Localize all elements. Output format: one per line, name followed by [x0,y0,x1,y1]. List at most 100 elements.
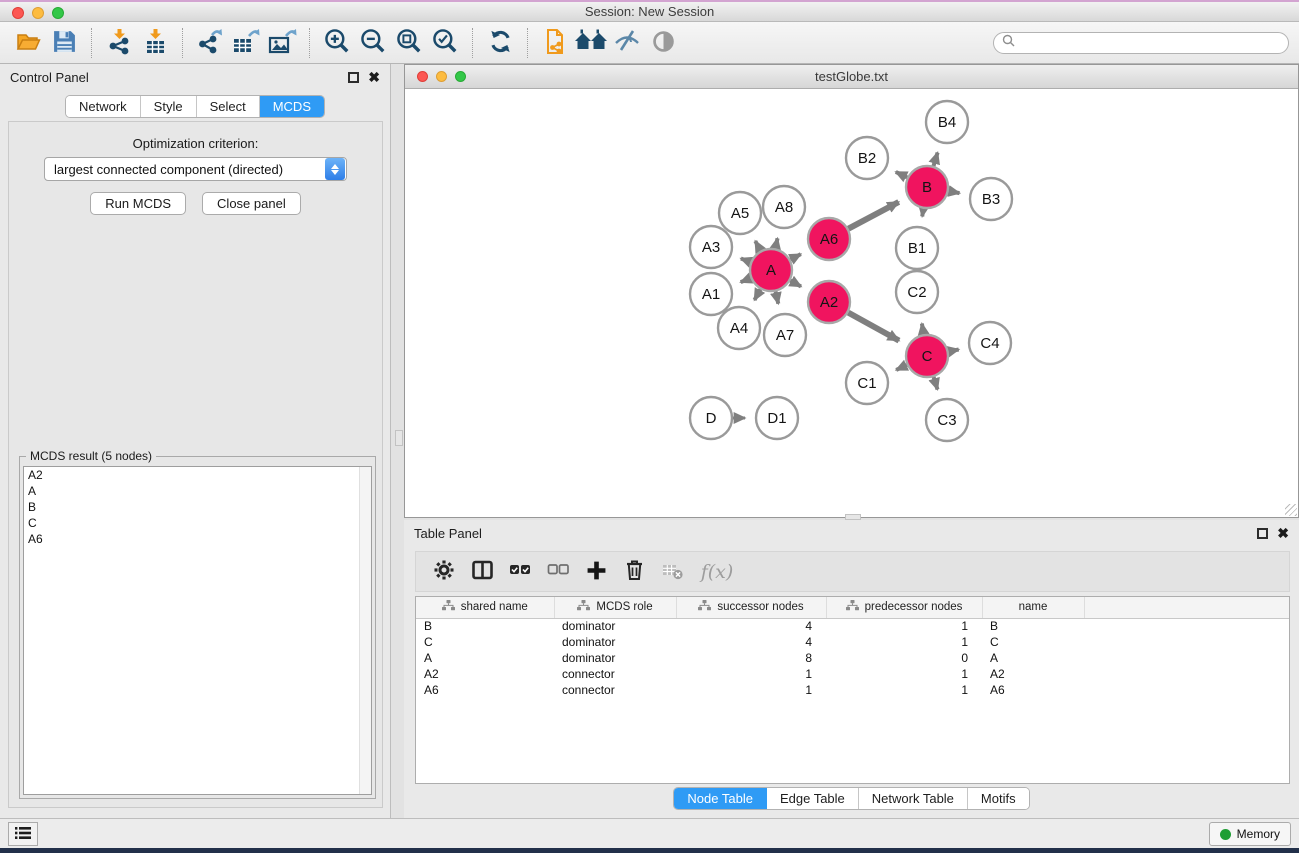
graph-edge-B-B4[interactable] [934,153,938,166]
table-cell[interactable]: 0 [826,650,982,666]
table-cell[interactable]: 1 [826,618,982,634]
graph-node-A3[interactable]: A3 [690,226,732,268]
graph-node-B4[interactable]: B4 [926,101,968,143]
delete-button[interactable] [618,556,650,588]
graph-node-B2[interactable]: B2 [846,137,888,179]
graph-node-C2[interactable]: C2 [896,271,938,313]
tab-network[interactable]: Network [66,96,141,117]
zoom-out-button[interactable] [355,25,391,61]
graph-edge-A2-C[interactable] [848,313,899,341]
column-header-shared-name[interactable]: shared name [416,597,554,618]
float-table-panel-icon[interactable] [1257,528,1268,539]
select-all-button[interactable] [504,556,536,588]
table-row[interactable]: Adominator80A [416,650,1289,666]
result-item[interactable]: A2 [24,467,371,483]
result-item[interactable]: C [24,515,371,531]
network-graph[interactable]: AA1A2A3A4A5A6A7A8BB1B2B3B4CC1C2C3C4DD1 [405,89,1298,517]
table-cell[interactable]: connector [554,666,676,682]
graph-node-C3[interactable]: C3 [926,399,968,441]
zoom-selected-button[interactable] [427,25,463,61]
import-network-button[interactable] [101,25,137,61]
table-row[interactable]: A2connector11A2 [416,666,1289,682]
open-button[interactable] [10,25,46,61]
tab-style[interactable]: Style [141,96,197,117]
graph-edge-A-A2[interactable] [790,281,801,287]
eye-disabled-button[interactable] [645,25,681,61]
window-resize-grip[interactable] [1285,504,1297,516]
graph-edge-C-C3[interactable] [934,377,938,390]
graph-edge-A-A8[interactable] [775,238,777,248]
result-list-scrollbar[interactable] [359,467,371,794]
export-table-button[interactable] [228,25,264,61]
refresh-button[interactable] [482,25,518,61]
maximize-window-button[interactable] [52,7,64,19]
graph-edge-A-A6[interactable] [790,254,800,260]
column-header-name[interactable]: name [982,597,1084,618]
hide-graphics-button[interactable] [609,25,645,61]
graph-edge-C-C4[interactable] [949,350,959,352]
graph-edge-A-A1[interactable] [741,278,751,282]
graph-edge-A-A7[interactable] [776,292,779,304]
graph-node-B1[interactable]: B1 [896,227,938,269]
table-cell[interactable]: 1 [826,634,982,650]
graph-node-C4[interactable]: C4 [969,322,1011,364]
save-button[interactable] [46,25,82,61]
zoom-fit-button[interactable] [391,25,427,61]
table-cell[interactable]: 1 [676,682,826,698]
graph-node-D1[interactable]: D1 [756,397,798,439]
graph-node-A2[interactable]: A2 [808,281,850,323]
add-button[interactable] [580,556,612,588]
export-image-button[interactable] [264,25,300,61]
graph-node-A7[interactable]: A7 [764,314,806,356]
graph-edge-B-B2[interactable] [896,172,907,178]
table-cell[interactable]: B [416,618,554,634]
result-item[interactable]: B [24,499,371,515]
network-canvas[interactable]: AA1A2A3A4A5A6A7A8BB1B2B3B4CC1C2C3C4DD1 [405,89,1298,517]
table-cell[interactable]: 8 [676,650,826,666]
table-tab-network-table[interactable]: Network Table [859,788,968,809]
close-panel-button[interactable]: Close panel [202,192,301,215]
table-cell[interactable]: 1 [826,666,982,682]
double-home-button[interactable] [573,25,609,61]
graph-edge-A6-B[interactable] [848,202,898,229]
table-tab-node-table[interactable]: Node Table [674,788,767,809]
task-history-button[interactable] [8,822,38,846]
table-cell[interactable]: A2 [416,666,554,682]
deselect-all-button[interactable] [542,556,574,588]
table-tab-motifs[interactable]: Motifs [968,788,1029,809]
table-cell[interactable]: 4 [676,634,826,650]
settings-button[interactable] [428,556,460,588]
graph-edge-A-A5[interactable] [755,241,760,251]
table-cell[interactable]: dominator [554,618,676,634]
graph-node-B[interactable]: B [906,166,948,208]
memory-button[interactable]: Memory [1209,822,1291,846]
column-header-successor-nodes[interactable]: successor nodes [676,597,826,618]
criterion-select[interactable]: largest connected component (directed) [44,157,347,181]
table-cell[interactable]: A2 [982,666,1084,682]
close-table-panel-icon[interactable]: ✖ [1277,528,1289,539]
column-header-predecessor-nodes[interactable]: predecessor nodes [826,597,982,618]
graph-node-C[interactable]: C [906,335,948,377]
table-row[interactable]: Bdominator41B [416,618,1289,634]
table-cell[interactable]: A6 [982,682,1084,698]
zoom-in-button[interactable] [319,25,355,61]
close-panel-icon[interactable]: ✖ [368,72,380,83]
graph-node-A4[interactable]: A4 [718,307,760,349]
table-cell[interactable]: dominator [554,650,676,666]
column-header-MCDS-role[interactable]: MCDS role [554,597,676,618]
network-minimize-button[interactable] [436,71,447,82]
network-maximize-button[interactable] [455,71,466,82]
table-cell[interactable]: C [982,634,1084,650]
graph-node-A[interactable]: A [750,249,792,291]
document-share-button[interactable] [537,25,573,61]
tab-select[interactable]: Select [197,96,260,117]
table-cell[interactable]: C [416,634,554,650]
search-field[interactable] [993,32,1289,54]
minimize-window-button[interactable] [32,7,44,19]
table-cell[interactable]: dominator [554,634,676,650]
result-item[interactable]: A6 [24,531,371,547]
export-network-button[interactable] [192,25,228,61]
table-cell[interactable]: A [982,650,1084,666]
table-cell[interactable]: B [982,618,1084,634]
table-cell[interactable]: 4 [676,618,826,634]
